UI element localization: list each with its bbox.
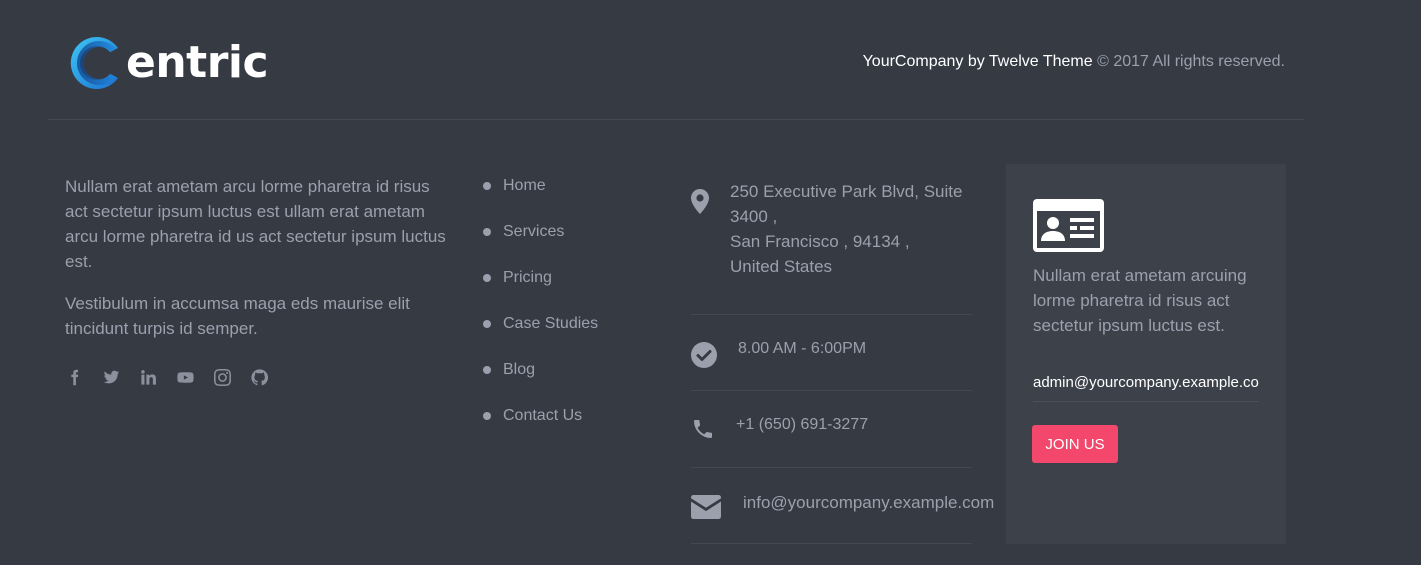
newsletter-text: Nullam erat ametam arcuing lorme pharetr…: [1033, 266, 1247, 335]
bullet-icon: [483, 412, 491, 420]
copyright-text: YourCompany by Twelve Theme © 2017 All r…: [863, 53, 1285, 71]
footer-link-label: Services: [503, 223, 565, 240]
instagram-icon[interactable]: [213, 368, 232, 387]
contact-phone: +1 (650) 691-3277: [691, 391, 972, 468]
bullet-icon: [483, 366, 491, 374]
contact-info: 250 Executive Park Blvd, Suite 3400 , Sa…: [691, 164, 994, 544]
newsletter-box: Nullam erat ametam arcuing lorme pharetr…: [1006, 164, 1286, 544]
bullet-icon: [483, 274, 491, 282]
github-icon[interactable]: [250, 368, 269, 387]
email-text[interactable]: info@yourcompany.example.com: [743, 493, 994, 513]
facebook-icon[interactable]: [65, 368, 84, 387]
bullet-icon: [483, 182, 491, 190]
join-us-button[interactable]: JOIN US: [1032, 425, 1118, 463]
twitter-icon[interactable]: [102, 368, 121, 387]
envelope-icon: [691, 495, 721, 519]
brand-logo[interactable]: entric: [64, 34, 269, 92]
footer-link-label: Case Studies: [503, 315, 599, 332]
address-text: 250 Executive Park Blvd, Suite 3400 , Sa…: [730, 179, 980, 279]
address-line: 250 Executive Park Blvd, Suite: [730, 182, 963, 201]
about-paragraph-2: Vestibulum in accumsa maga eds maurise e…: [65, 294, 410, 338]
check-circle-icon: [691, 342, 717, 368]
copyright-notice: © 2017 All rights reserved.: [1097, 53, 1285, 70]
about-paragraph-1: Nullam erat ametam arcu lorme pharetra i…: [65, 177, 446, 271]
contact-address: 250 Executive Park Blvd, Suite 3400 , Sa…: [691, 164, 972, 315]
footer-link-services[interactable]: Services: [483, 209, 598, 255]
phone-text[interactable]: +1 (650) 691-3277: [736, 416, 868, 434]
footer-link-label: Contact Us: [503, 407, 583, 424]
footer-link-blog[interactable]: Blog: [483, 347, 598, 393]
footer-link-contact-us[interactable]: Contact Us: [483, 393, 598, 439]
footer-link-label: Home: [503, 177, 546, 194]
about-column: Nullam erat ametam arcu lorme pharetra i…: [65, 174, 455, 387]
map-marker-icon: [691, 189, 709, 214]
social-links: [65, 368, 455, 387]
contact-email: info@yourcompany.example.com: [691, 468, 994, 544]
address-line: United States: [730, 257, 833, 276]
logo-c-icon: [70, 37, 118, 89]
footer-nav: Home Services Pricing Case Studies Blog …: [483, 174, 598, 450]
newsletter-email-input[interactable]: [1033, 364, 1259, 402]
footer-link-label: Blog: [503, 361, 536, 378]
bullet-icon: [483, 320, 491, 328]
footer-link-home[interactable]: Home: [483, 163, 598, 209]
footer-link-pricing[interactable]: Pricing: [483, 255, 598, 301]
contact-hours: 8.00 AM - 6:00PM: [691, 315, 972, 391]
brand-name: entric: [126, 37, 269, 88]
footer-link-case-studies[interactable]: Case Studies: [483, 301, 598, 347]
bullet-icon: [483, 228, 491, 236]
id-card-icon: [1033, 199, 1104, 257]
copyright-company[interactable]: YourCompany by Twelve Theme: [863, 53, 1093, 70]
phone-icon: [691, 417, 715, 441]
divider: [48, 119, 1304, 120]
address-line: 3400 ,: [730, 207, 778, 226]
address-line: San Francisco , 94134 ,: [730, 232, 910, 251]
site-footer: entric YourCompany by Twelve Theme © 201…: [0, 0, 1421, 565]
linkedin-icon[interactable]: [139, 368, 158, 387]
footer-link-label: Pricing: [503, 269, 552, 286]
hours-text: 8.00 AM - 6:00PM: [738, 340, 867, 357]
youtube-icon[interactable]: [176, 368, 195, 387]
